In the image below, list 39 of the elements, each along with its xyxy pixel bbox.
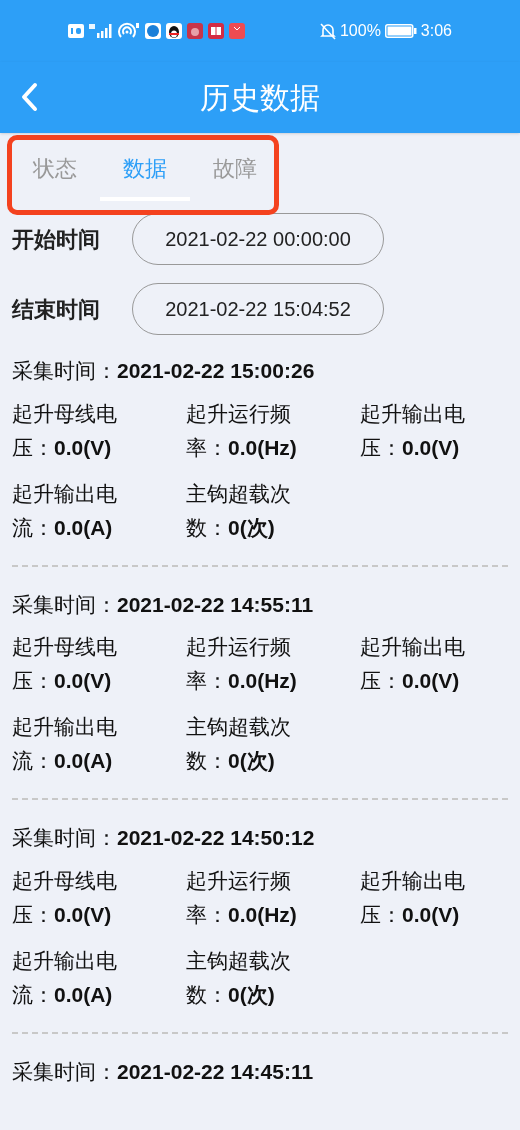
record-time-label: 采集时间： <box>12 591 117 618</box>
page-title: 历史数据 <box>200 80 320 116</box>
data-field: 起升母线电压：0.0(V) <box>12 863 124 932</box>
data-field: 主钩超载次数：0(次) <box>186 710 298 778</box>
filter-label: 开始时间 <box>12 225 101 254</box>
battery-percent: 100% <box>339 21 381 41</box>
book-icon <box>208 23 224 39</box>
hotspot-icon <box>118 22 140 40</box>
back-icon <box>20 82 38 112</box>
record-time-label: 采集时间： <box>12 825 117 851</box>
tab[interactable]: 状态 <box>10 133 100 203</box>
filter-label: 结束时间 <box>12 295 101 324</box>
record-time-label: 采集时间： <box>12 1058 117 1085</box>
record-time: 2021-02-22 14:50:12 <box>117 825 315 851</box>
data-field: 起升母线电压：0.0(V) <box>12 630 124 698</box>
record-time: 2021-02-22 14:55:11 <box>117 591 314 618</box>
data-field: 起升输出电压：0.0(V) <box>360 630 472 698</box>
tab[interactable]: 故障 <box>190 133 280 203</box>
data-field: 主钩超载次数：0(次) <box>186 943 298 1012</box>
data-field: 起升运行频率：0.0(Hz) <box>186 396 298 465</box>
data-field: 起升母线电压：0.0(V) <box>12 396 124 465</box>
muted-bell-icon <box>319 22 336 40</box>
record-time: 2021-02-22 15:00:26 <box>117 358 315 384</box>
data-field: 起升输出电流：0.0(A) <box>12 710 124 778</box>
data-field: 起升输出电流：0.0(A) <box>12 943 124 1012</box>
hd-icon <box>68 24 84 38</box>
record-time-label: 采集时间： <box>12 358 117 384</box>
data-field: 起升运行频率：0.0(Hz) <box>186 630 298 698</box>
tab[interactable]: 数据 <box>100 133 190 203</box>
data-field: 起升输出电流：0.0(A) <box>12 476 124 545</box>
data-field: 起升输出电压：0.0(V) <box>360 863 472 932</box>
data-field: 起升运行频率：0.0(Hz) <box>186 863 298 932</box>
record-time: 2021-02-22 14:45:11 <box>117 1058 314 1085</box>
clock-time: 3:06 <box>420 21 452 41</box>
data-field: 起升输出电压：0.0(V) <box>360 396 472 465</box>
data-field: 主钩超载次数：0(次) <box>186 476 298 545</box>
signal-icon <box>89 23 113 39</box>
penguin-icon <box>166 23 182 39</box>
battery-icon <box>384 24 417 38</box>
